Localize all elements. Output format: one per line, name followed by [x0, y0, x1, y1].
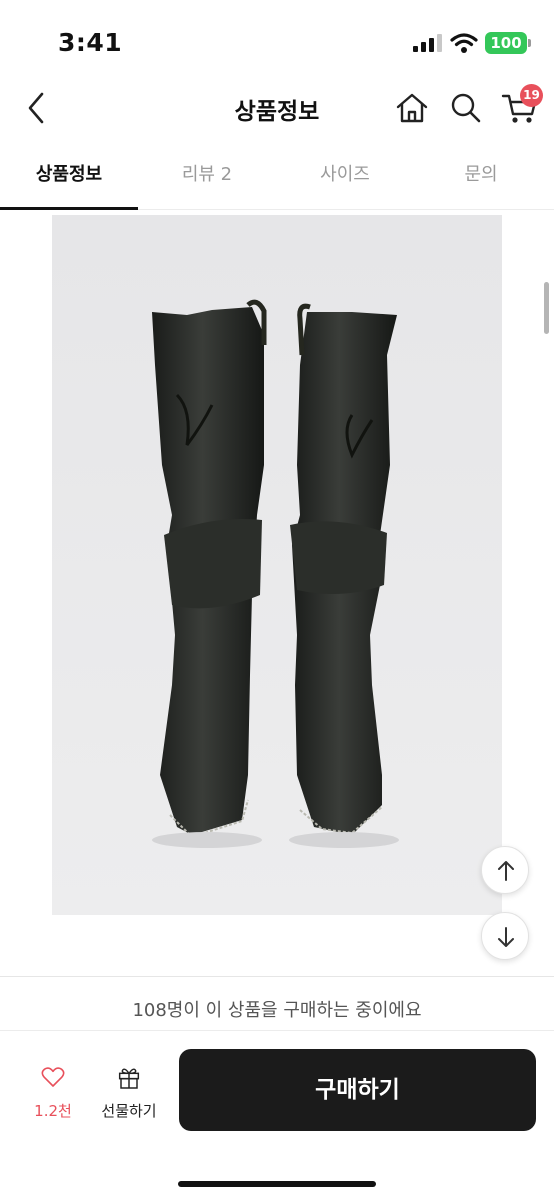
tab-reviews[interactable]: 리뷰 2 [138, 150, 276, 210]
tab-bar: 상품정보 리뷰 2 사이즈 문의 [0, 150, 554, 210]
tab-inquiry[interactable]: 문의 [412, 150, 550, 210]
app-header: 상품정보 [0, 80, 554, 136]
left-boot [152, 299, 267, 839]
arrow-up-icon [498, 861, 514, 881]
wifi-icon [450, 33, 478, 53]
divider [0, 976, 554, 977]
gift-icon[interactable] [96, 1064, 162, 1104]
gift-label[interactable]: 선물하기 [92, 1100, 166, 1121]
battery-tip [528, 39, 531, 47]
status-time: 3:41 [58, 28, 123, 57]
home-indicator [178, 1181, 376, 1187]
heart-icon[interactable] [28, 1064, 78, 1104]
tab-active-indicator [0, 207, 138, 210]
home-icon[interactable] [394, 90, 430, 126]
battery-indicator: 100 [485, 32, 527, 54]
signal-icon [413, 34, 442, 52]
scrollbar[interactable] [544, 282, 549, 334]
buyers-count-text: 108명이 이 상품을 구매하는 중이에요 [132, 1000, 422, 1021]
scroll-bottom-button[interactable] [481, 912, 529, 960]
tab-product-info[interactable]: 상품정보 [0, 150, 138, 210]
product-image [52, 215, 502, 915]
search-icon[interactable] [448, 90, 484, 126]
boots-illustration [52, 215, 502, 915]
buy-button[interactable]: 구매하기 [179, 1049, 536, 1131]
cart-count-badge: 19 [520, 84, 543, 107]
status-bar: 3:41 100 [0, 0, 554, 80]
arrow-down-icon [498, 927, 514, 947]
scroll-top-button[interactable] [481, 846, 529, 894]
tab-size[interactable]: 사이즈 [276, 150, 414, 210]
like-count: 1.2천 [34, 1102, 72, 1120]
